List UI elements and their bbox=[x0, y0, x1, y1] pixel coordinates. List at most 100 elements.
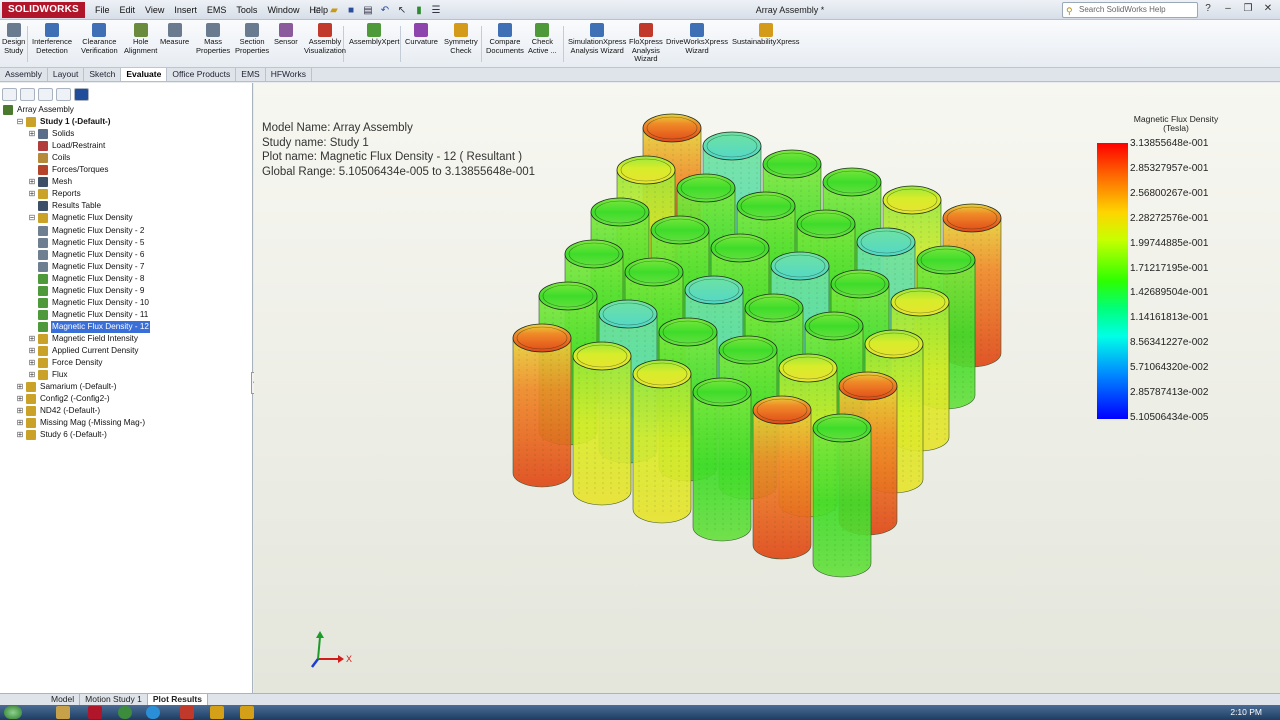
measure-button[interactable]: Measure bbox=[160, 23, 189, 47]
expand-toggle-icon[interactable]: ⊞ bbox=[16, 383, 24, 391]
curvature-button[interactable]: Curvature bbox=[405, 23, 438, 47]
sustainabilityxpress-button[interactable]: SustainabilityXpress bbox=[732, 23, 800, 47]
expand-toggle-icon[interactable]: ⊞ bbox=[28, 347, 36, 355]
bottom-tab-plot-results[interactable]: Plot Results bbox=[147, 694, 208, 705]
menu-insert[interactable]: Insert bbox=[169, 0, 202, 20]
expand-toggle-icon[interactable]: ⊞ bbox=[28, 130, 36, 138]
chrome-taskbar-icon[interactable] bbox=[118, 706, 132, 719]
tree-item[interactable]: ⊞ Solids bbox=[28, 128, 75, 140]
check-active-button[interactable]: Check Active ... bbox=[528, 23, 557, 55]
menu-view[interactable]: View bbox=[140, 0, 169, 20]
tab-evaluate[interactable]: Evaluate bbox=[121, 68, 168, 81]
tree-item[interactable]: Load/Restraint bbox=[28, 140, 106, 152]
expand-toggle-icon[interactable]: ⊞ bbox=[28, 334, 36, 343]
expand-toggle-icon[interactable]: ⊞ bbox=[16, 431, 24, 439]
print-icon[interactable]: ▤ bbox=[361, 3, 375, 17]
expand-toggle-icon[interactable]: ⊞ bbox=[28, 178, 36, 186]
mass-properties-button[interactable]: Mass Properties bbox=[196, 23, 230, 55]
tree-item[interactable]: Magnetic Flux Density - 2 bbox=[38, 225, 145, 237]
expand-toggle-icon[interactable]: ⊞ bbox=[16, 395, 24, 403]
property-manager-tab-icon[interactable] bbox=[20, 88, 35, 101]
tree-item[interactable]: ⊞ Magnetic Field Intensity bbox=[28, 333, 139, 345]
expand-toggle-icon[interactable]: ⊟ bbox=[16, 118, 24, 126]
tree-item[interactable]: Magnetic Flux Density - 7 bbox=[38, 261, 145, 273]
tree-item[interactable]: Magnetic Flux Density - 8 bbox=[38, 273, 145, 285]
tree-item[interactable]: ⊞ Missing Mag (-Missing Mag-) bbox=[16, 417, 146, 429]
compare-documents-button[interactable]: Compare Documents bbox=[486, 23, 524, 55]
color-legend[interactable]: Magnetic Flux Density (Tesla) 3.13855648… bbox=[1097, 115, 1272, 425]
assemblyxpert-button[interactable]: AssemblyXpert bbox=[349, 23, 399, 47]
hole-alignment-button[interactable]: Hole Alignment bbox=[124, 23, 157, 55]
help-search-input[interactable]: ⚲ Search SolidWorks Help bbox=[1062, 2, 1198, 18]
select-arrow-icon[interactable]: ↖ bbox=[395, 3, 409, 17]
expand-toggle-icon[interactable]: ⊞ bbox=[28, 190, 36, 198]
explorer-taskbar-icon[interactable] bbox=[56, 706, 70, 719]
section-properties-button[interactable]: Section Properties bbox=[235, 23, 269, 55]
driveworksxpress-wizard-button[interactable]: DriveWorksXpress Wizard bbox=[666, 23, 728, 55]
menu-file[interactable]: File bbox=[90, 0, 115, 20]
tree-item[interactable]: Magnetic Flux Density - 10 bbox=[38, 297, 150, 309]
app-taskbar-icon[interactable] bbox=[180, 706, 194, 719]
new-document-icon[interactable]: □ bbox=[310, 3, 324, 17]
bottom-tab-motion-study-1[interactable]: Motion Study 1 bbox=[80, 694, 148, 705]
tree-item[interactable]: Magnetic Flux Density - 12 bbox=[38, 320, 150, 333]
tree-item[interactable]: ⊞ Flux bbox=[28, 369, 68, 381]
expand-toggle-icon[interactable]: ⊞ bbox=[16, 419, 24, 427]
help-icon[interactable]: ? bbox=[1200, 2, 1216, 16]
tree-item[interactable]: Magnetic Flux Density - 9 bbox=[38, 285, 145, 297]
tree-item[interactable]: Magnetic Flux Density - 11 bbox=[38, 309, 149, 321]
menu-ems[interactable]: EMS bbox=[202, 0, 232, 20]
simulationxpress-analysis-wizard-button[interactable]: SimulationXpress Analysis Wizard bbox=[568, 23, 626, 55]
tree-item[interactable]: ⊞ Config2 (-Config2-) bbox=[16, 393, 111, 405]
rebuild-icon[interactable]: ▮ bbox=[412, 3, 426, 17]
tab-hfworks[interactable]: HFWorks bbox=[266, 68, 312, 81]
options-icon[interactable]: ☰ bbox=[429, 3, 443, 17]
expand-toggle-icon[interactable]: ⊟ bbox=[28, 214, 36, 222]
close-icon[interactable]: ✕ bbox=[1260, 2, 1276, 16]
menu-edit[interactable]: Edit bbox=[115, 0, 141, 20]
display-manager-tab-icon[interactable] bbox=[56, 88, 71, 101]
solidworks-taskbar-icon[interactable] bbox=[88, 706, 102, 719]
sensor-button[interactable]: Sensor bbox=[274, 23, 298, 47]
tab-sketch[interactable]: Sketch bbox=[84, 68, 122, 81]
design-study-button[interactable]: Design Study bbox=[2, 23, 25, 55]
tab-assembly[interactable]: Assembly bbox=[0, 68, 48, 81]
menu-window[interactable]: Window bbox=[262, 0, 304, 20]
taskbar-clock[interactable]: 2:10 PM bbox=[1230, 706, 1262, 719]
tree-item[interactable]: ⊞ Samarium (-Default-) bbox=[16, 381, 117, 393]
tree-item[interactable]: ⊞ Reports bbox=[28, 188, 82, 200]
tree-item[interactable]: ⊞ Study 6 (-Default-) bbox=[16, 429, 108, 441]
tree-item[interactable]: Forces/Torques bbox=[28, 164, 109, 176]
minimize-icon[interactable]: – bbox=[1220, 2, 1236, 16]
save-icon[interactable]: ■ bbox=[344, 3, 358, 17]
graphics-viewport[interactable]: Model Name: Array Assembly Study name: S… bbox=[254, 83, 1280, 693]
simulation-tab-icon[interactable] bbox=[74, 88, 89, 101]
expand-toggle-icon[interactable]: ⊞ bbox=[28, 371, 36, 379]
assembly-visualization-button[interactable]: Assembly Visualization bbox=[304, 23, 346, 55]
tree-item[interactable]: ⊞ Force Density bbox=[28, 357, 104, 369]
solidworks-logo[interactable]: SOLIDWORKS bbox=[2, 2, 85, 18]
tab-ems[interactable]: EMS bbox=[236, 68, 266, 81]
symmetry-check-button[interactable]: Symmetry Check bbox=[444, 23, 478, 55]
tree-item[interactable]: ⊞ ND42 (-Default-) bbox=[16, 405, 101, 417]
clearance-verification-button[interactable]: Clearance Verification bbox=[81, 23, 118, 55]
tab-office-products[interactable]: Office Products bbox=[167, 68, 237, 81]
menu-tools[interactable]: Tools bbox=[231, 0, 262, 20]
skype-taskbar-icon[interactable] bbox=[146, 706, 160, 719]
tree-item[interactable]: ⊞ Applied Current Density bbox=[28, 345, 139, 357]
bottom-tab-model[interactable]: Model bbox=[46, 694, 81, 705]
undo-icon[interactable]: ↶ bbox=[378, 3, 392, 17]
app2-taskbar-icon[interactable] bbox=[210, 706, 224, 719]
expand-toggle-icon[interactable]: ⊞ bbox=[16, 407, 24, 415]
tab-layout[interactable]: Layout bbox=[48, 68, 85, 81]
feature-tree-tab-icon[interactable] bbox=[2, 88, 17, 101]
tree-item[interactable]: Results Table bbox=[28, 200, 102, 212]
tree-item[interactable]: ⊟ Study 1 (-Default-) bbox=[16, 116, 112, 128]
configuration-manager-tab-icon[interactable] bbox=[38, 88, 53, 101]
expand-toggle-icon[interactable]: ⊞ bbox=[28, 359, 36, 367]
restore-icon[interactable]: ❐ bbox=[1240, 2, 1256, 16]
tree-item[interactable]: Coils bbox=[28, 152, 71, 164]
start-button-icon[interactable] bbox=[4, 706, 22, 719]
tree-item[interactable]: ⊟ Magnetic Flux Density bbox=[28, 212, 134, 224]
interference-detection-button[interactable]: Interference Detection bbox=[32, 23, 72, 55]
